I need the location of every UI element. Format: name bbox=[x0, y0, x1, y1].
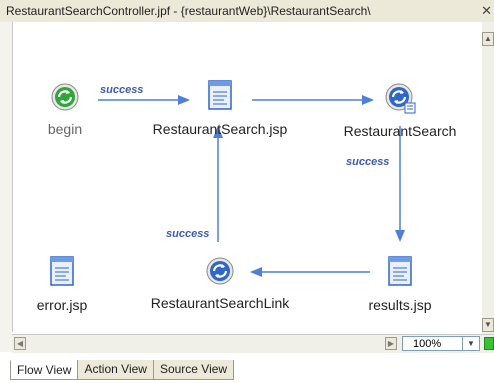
node-label: RestaurantSearchLink bbox=[150, 295, 290, 311]
close-icon[interactable]: ✕ bbox=[481, 3, 492, 19]
vertical-scrollbar[interactable]: ▲ ▼ bbox=[482, 22, 494, 334]
node-restaurant-search[interactable]: RestaurantSearch bbox=[330, 82, 470, 139]
status-indicator bbox=[484, 337, 494, 350]
editor-titlebar: RestaurantSearchController.jpf - {restau… bbox=[0, 0, 494, 23]
edge-label-begin-success: success bbox=[100, 84, 144, 96]
edge-label-link-success: success bbox=[166, 228, 210, 240]
view-tabs: Flow View Action View Source View bbox=[10, 360, 235, 380]
scroll-up-icon[interactable]: ▲ bbox=[482, 32, 494, 46]
action-icon bbox=[385, 83, 416, 114]
node-restaurant-search-link[interactable]: RestaurantSearchLink bbox=[132, 256, 308, 311]
jsp-page-icon bbox=[50, 256, 74, 286]
tab-source-view[interactable]: Source View bbox=[152, 360, 235, 380]
begin-action-icon bbox=[51, 83, 79, 111]
node-error-jsp[interactable]: error.jsp bbox=[22, 256, 102, 313]
node-results-jsp[interactable]: results.jsp bbox=[350, 256, 450, 313]
scroll-down-icon[interactable]: ▼ bbox=[482, 318, 494, 332]
node-label: RestaurantSearch bbox=[343, 123, 457, 139]
zoom-value: 100% bbox=[413, 338, 442, 350]
zoom-select[interactable]: 100% ▼ bbox=[402, 336, 480, 351]
tab-action-view[interactable]: Action View bbox=[77, 360, 154, 380]
node-restaurant-search-jsp[interactable]: RestaurantSearch.jsp bbox=[140, 80, 300, 137]
node-label: RestaurantSearch.jsp bbox=[152, 121, 288, 137]
node-label: results.jsp bbox=[368, 297, 432, 313]
node-begin[interactable]: begin bbox=[40, 82, 90, 137]
jsp-page-icon bbox=[208, 80, 232, 110]
tab-flow-view[interactable]: Flow View bbox=[10, 360, 79, 380]
scroll-left-icon[interactable]: ◀ bbox=[14, 337, 26, 350]
action-icon bbox=[206, 257, 234, 285]
chevron-down-icon[interactable]: ▼ bbox=[462, 337, 479, 350]
left-gutter bbox=[0, 22, 12, 352]
node-label: begin bbox=[47, 121, 83, 137]
scroll-right-icon[interactable]: ▶ bbox=[385, 337, 397, 350]
node-label: error.jsp bbox=[36, 297, 88, 313]
editor-title: RestaurantSearchController.jpf - {restau… bbox=[6, 4, 371, 18]
horizontal-scrollbar-row: ◀ ▶ 100% ▼ bbox=[12, 334, 494, 353]
edge-label-search-success: success bbox=[346, 156, 390, 168]
jsp-page-icon bbox=[388, 256, 412, 286]
